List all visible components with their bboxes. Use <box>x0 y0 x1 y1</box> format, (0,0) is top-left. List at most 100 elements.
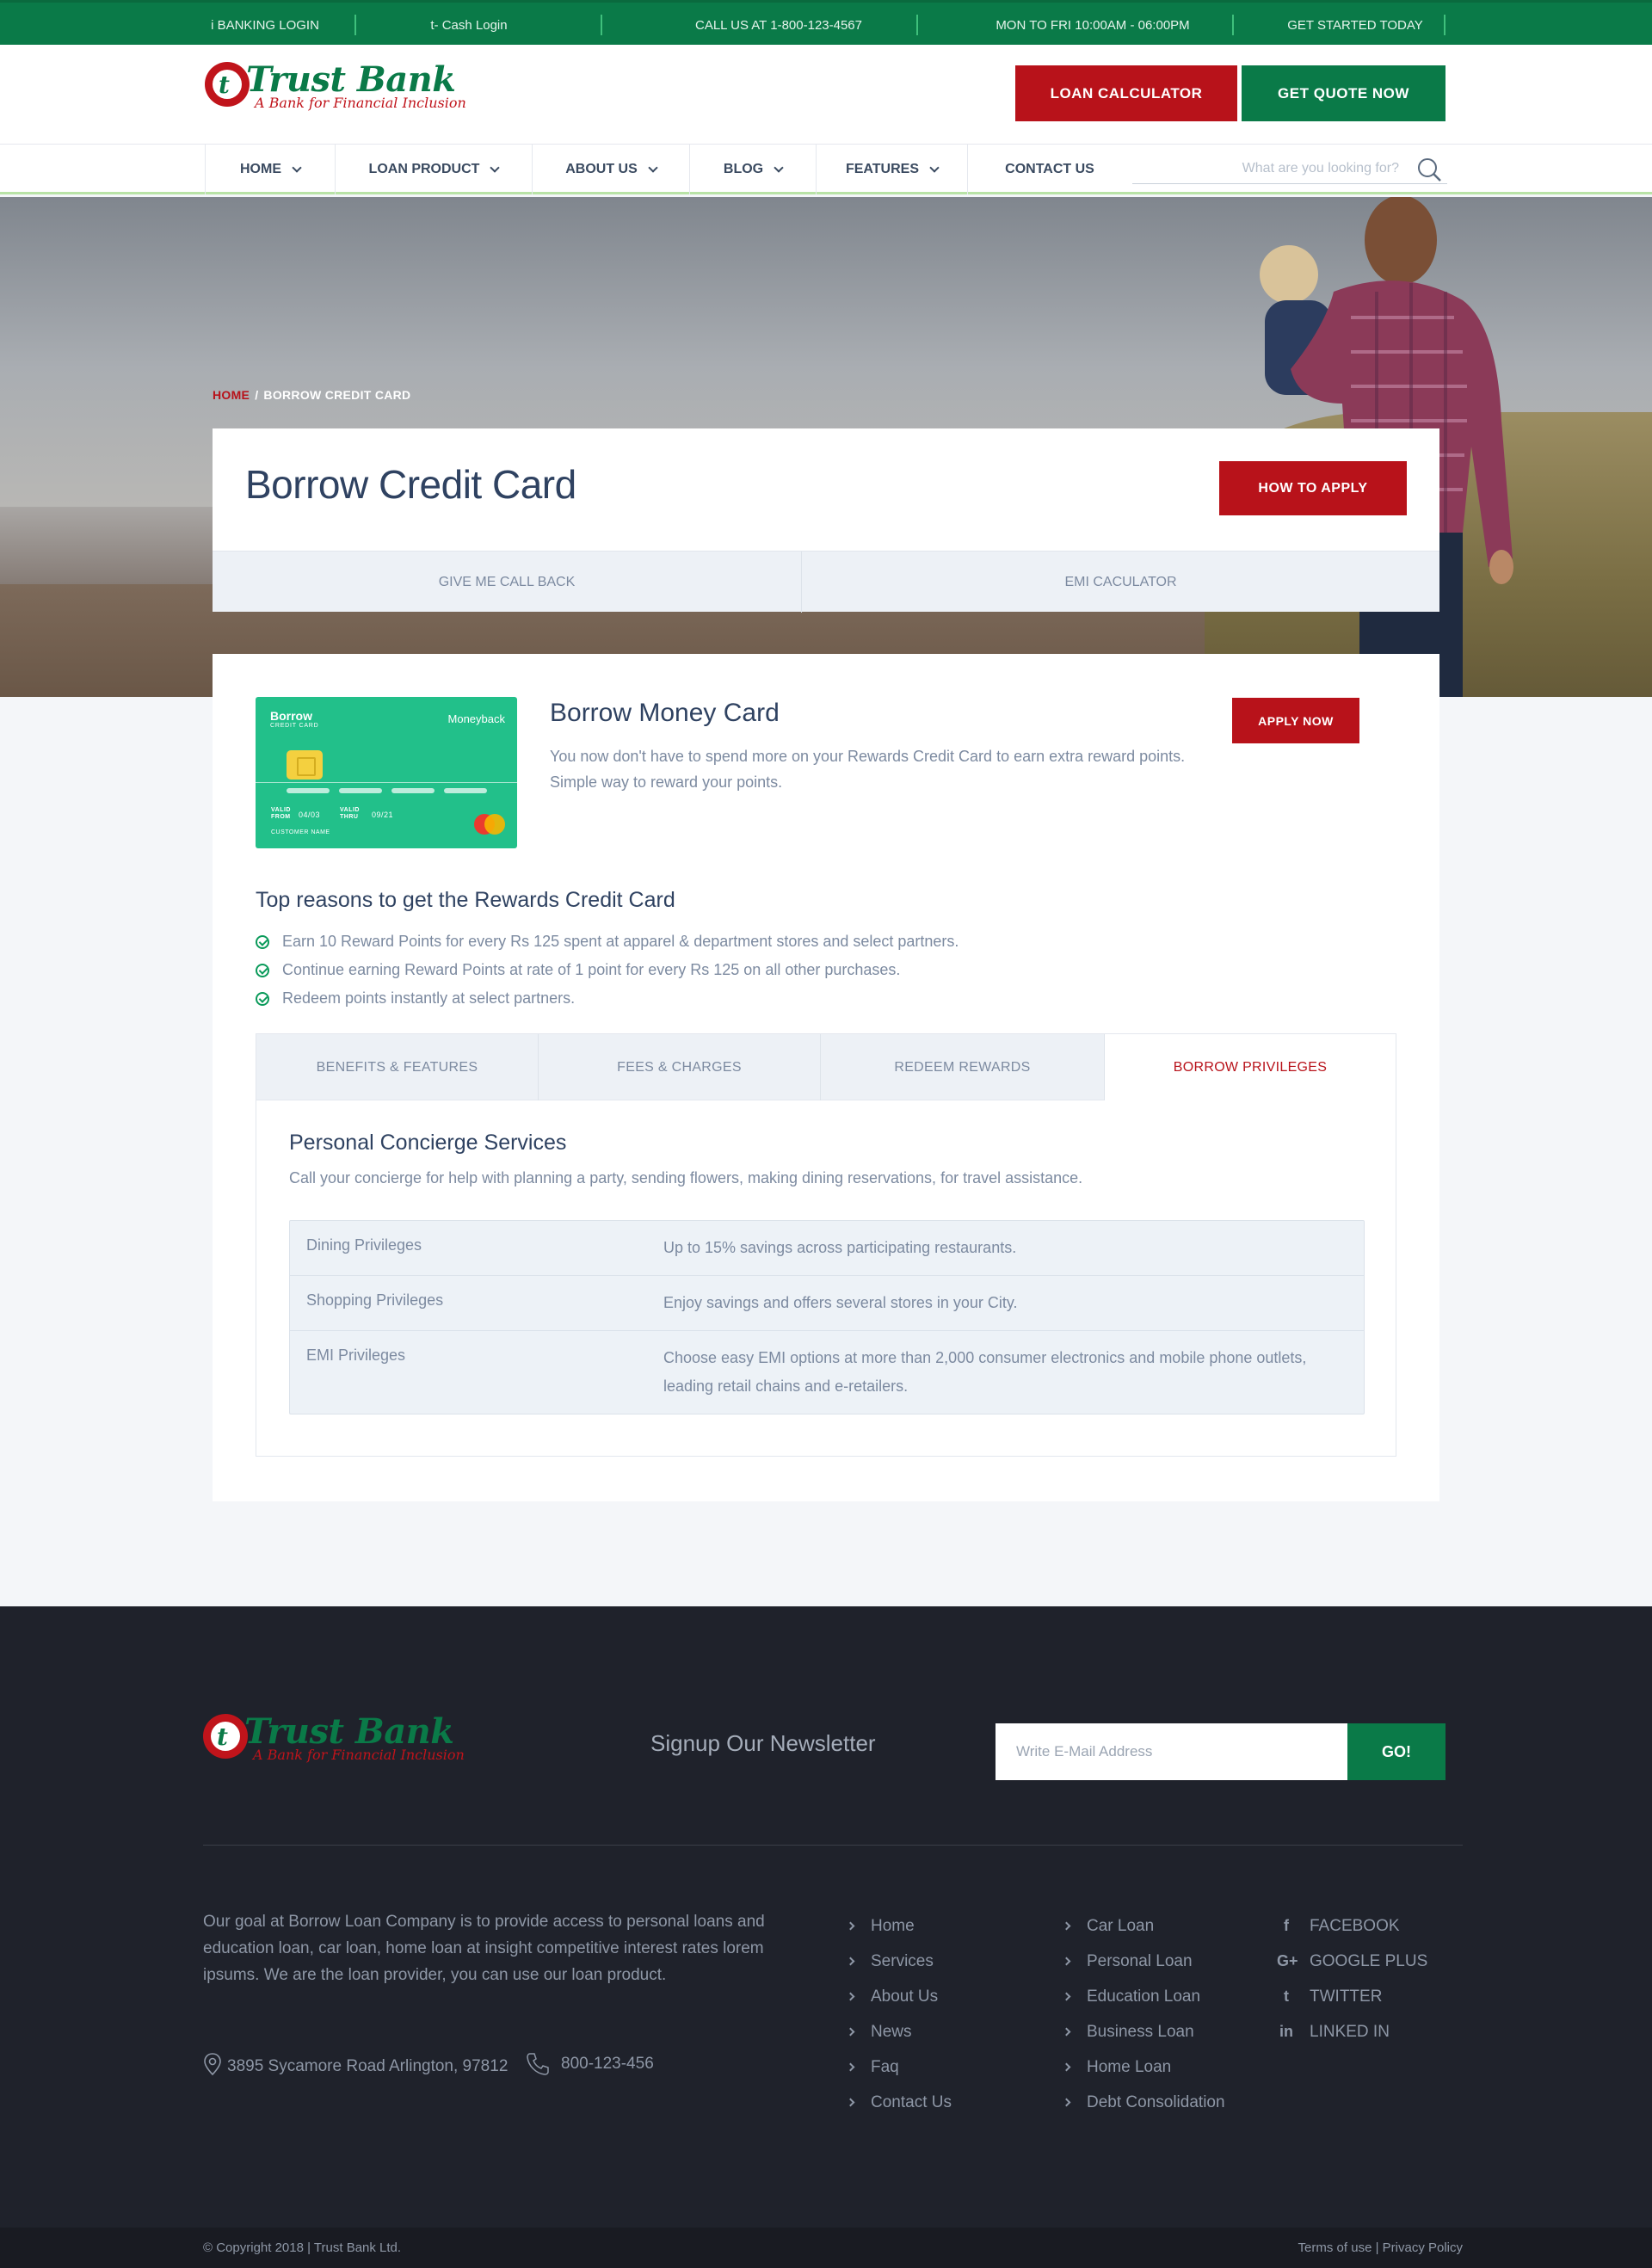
divider <box>601 15 602 35</box>
map-pin-icon <box>204 2053 221 2076</box>
emi-calculator-button[interactable]: EMI CACULATOR <box>802 552 1439 613</box>
tab-borrow-privileges[interactable]: BORROW PRIVILEGES <box>1105 1034 1396 1101</box>
main-content: Borrow CREDIT CARD Moneyback VALID FROM … <box>213 654 1439 1501</box>
footer-phone: 800-123-456 <box>525 2051 654 2077</box>
google-plus-icon: G+ <box>1277 1952 1298 1969</box>
bottom-bar: © Copyright 2018 | Trust Bank Ltd. Terms… <box>0 2228 1652 2268</box>
list-item: Continue earning Reward Points at rate o… <box>256 956 959 984</box>
breadcrumb-current: BORROW CREDIT CARD <box>263 388 411 402</box>
footer-link-about-us[interactable]: About Us <box>846 1979 952 2014</box>
nav-item-home[interactable]: HOME <box>205 145 335 194</box>
header: t Trust Bank A Bank for Financial Inclus… <box>0 45 1652 145</box>
search-icon[interactable] <box>1416 157 1442 182</box>
footer: t Trust Bank A Bank for Financial Inclus… <box>0 1606 1652 2228</box>
check-circle-icon <box>256 934 269 949</box>
get-started-link[interactable]: GET STARTED TODAY <box>1265 3 1446 47</box>
chevron-right-icon <box>1062 1921 1071 1931</box>
footer-link-news[interactable]: News <box>846 2014 952 2049</box>
social-twitter-link[interactable]: t TWITTER <box>1277 1979 1427 2014</box>
footer-link-contact-us[interactable]: Contact Us <box>846 2085 952 2120</box>
twitter-icon: t <box>1284 1988 1289 2005</box>
brand-name: Trust Bank <box>246 59 456 100</box>
reasons-title: Top reasons to get the Rewards Credit Ca… <box>256 888 675 912</box>
tab-benefits-features[interactable]: BENEFITS & FEATURES <box>256 1034 539 1100</box>
product-tabs: BENEFITS & FEATURES FEES & CHARGES REDEE… <box>256 1033 1396 1457</box>
reasons-list: Earn 10 Reward Points for every Rs 125 s… <box>256 928 959 1013</box>
footer-link-education-loan[interactable]: Education Loan <box>1062 1979 1225 2014</box>
newsletter-go-button[interactable]: GO! <box>1347 1723 1446 1780</box>
footer-about-text: Our goal at Borrow Loan Company is to pr… <box>203 1913 765 1984</box>
list-item: Earn 10 Reward Points for every Rs 125 s… <box>256 928 959 956</box>
terms-privacy-links[interactable]: Terms of use | Privacy Policy <box>1298 2240 1463 2255</box>
table-row: Shopping Privileges Enjoy savings and of… <box>290 1276 1364 1331</box>
chevron-right-icon <box>846 1921 855 1931</box>
chevron-down-icon <box>774 163 784 173</box>
get-quote-button[interactable]: GET QUOTE NOW <box>1242 65 1446 121</box>
tab-redeem-rewards[interactable]: REDEEM REWARDS <box>821 1034 1105 1100</box>
breadcrumb-home-link[interactable]: HOME <box>213 388 250 402</box>
office-hours-text: MON TO FRI 10:00AM - 06:00PM <box>996 17 1190 33</box>
divider <box>354 15 356 35</box>
privileges-table: Dining Privileges Up to 15% savings acro… <box>289 1220 1365 1414</box>
product-title: Borrow Money Card <box>550 699 780 727</box>
tcash-login-link[interactable]: t- Cash Login <box>396 3 542 47</box>
footer-links-1: Home Services About Us News Faq Contact … <box>846 1908 952 2120</box>
trust-bank-logo[interactable]: t Trust Bank A Bank for Financial Inclus… <box>205 62 466 111</box>
footer-link-services[interactable]: Services <box>846 1944 952 1979</box>
footer-links-2: Car Loan Personal Loan Education Loan Bu… <box>1062 1908 1225 2120</box>
check-circle-icon <box>256 963 269 977</box>
chevron-right-icon <box>846 1992 855 2001</box>
tab-content-title: Personal Concierge Services <box>289 1131 567 1155</box>
divider <box>916 15 918 35</box>
give-me-call-back-button[interactable]: GIVE ME CALL BACK <box>213 552 801 613</box>
nav-item-features[interactable]: FEATURES <box>816 145 967 194</box>
card-chip-icon <box>287 750 323 780</box>
search-input[interactable] <box>1132 153 1408 184</box>
how-to-apply-button[interactable]: HOW TO APPLY <box>1219 461 1407 515</box>
social-google-plus-link[interactable]: G+ GOOGLE PLUS <box>1277 1944 1427 1979</box>
page-title: Borrow Credit Card <box>245 462 576 507</box>
footer-link-personal-loan[interactable]: Personal Loan <box>1062 1944 1225 1979</box>
footer-logo[interactable]: t Trust Bank A Bank for Financial Inclus… <box>203 1714 465 1763</box>
apply-now-button[interactable]: APPLY NOW <box>1232 698 1359 743</box>
chevron-down-icon <box>929 163 940 173</box>
table-row: EMI Privileges Choose easy EMI options a… <box>306 1347 1307 1395</box>
footer-link-faq[interactable]: Faq <box>846 2049 952 2085</box>
nav-item-blog[interactable]: BLOG <box>689 145 816 194</box>
title-card: Borrow Credit Card HOW TO APPLY <box>213 428 1439 551</box>
main-nav: HOME LOAN PRODUCT ABOUT US BLOG FEATURES… <box>0 145 1652 194</box>
nav-item-loan-product[interactable]: LOAN PRODUCT <box>335 145 532 194</box>
footer-address: 3895 Sycamore Road Arlington, 97812 <box>203 2051 513 2081</box>
nav-item-about-us[interactable]: ABOUT US <box>532 145 689 194</box>
product-description: You now don't have to spend more on your… <box>550 748 1186 791</box>
nav-item-contact-us[interactable]: CONTACT US <box>967 145 1131 194</box>
trust-bank-logo-mark: t <box>205 62 250 107</box>
chevron-down-icon <box>292 163 302 173</box>
newsletter-email-input[interactable] <box>996 1723 1347 1780</box>
copyright-text: © Copyright 2018 | Trust Bank Ltd. <box>203 2240 402 2255</box>
search-box <box>1132 153 1447 184</box>
ibanking-login-link[interactable]: i BANKING LOGIN <box>205 3 325 47</box>
footer-link-business-loan[interactable]: Business Loan <box>1062 2014 1225 2049</box>
chevron-down-icon <box>648 163 658 173</box>
footer-link-home[interactable]: Home <box>846 1908 952 1944</box>
loan-calculator-button[interactable]: LOAN CALCULATOR <box>1015 65 1237 121</box>
call-us-text: CALL US AT 1-800-123-4567 <box>694 17 862 33</box>
facebook-icon: f <box>1284 1917 1289 1934</box>
chevron-right-icon <box>846 2098 855 2107</box>
tab-bar: BENEFITS & FEATURES FEES & CHARGES REDEE… <box>256 1034 1396 1101</box>
divider <box>1444 15 1446 35</box>
chevron-right-icon <box>1062 2098 1071 2107</box>
chevron-right-icon <box>1062 1992 1071 2001</box>
tab-fees-charges[interactable]: FEES & CHARGES <box>539 1034 821 1100</box>
footer-social: f FACEBOOK G+ GOOGLE PLUS t TWITTER in LINKE… <box>1277 1908 1427 2049</box>
footer-link-car-loan[interactable]: Car Loan <box>1062 1908 1225 1944</box>
chevron-right-icon <box>846 1957 855 1966</box>
footer-link-home-loan[interactable]: Home Loan <box>1062 2049 1225 2085</box>
table-row: Dining Privileges Up to 15% savings acro… <box>290 1221 1364 1276</box>
social-facebook-link[interactable]: f FACEBOOK <box>1277 1908 1427 1944</box>
footer-link-debt-consolidation[interactable]: Debt Consolidation <box>1062 2085 1225 2120</box>
breadcrumb: HOME / BORROW CREDIT CARD <box>213 388 411 402</box>
social-linkedin-link[interactable]: in LINKED IN <box>1277 2014 1427 2049</box>
credit-card-image: Borrow CREDIT CARD Moneyback VALID FROM … <box>256 697 517 848</box>
